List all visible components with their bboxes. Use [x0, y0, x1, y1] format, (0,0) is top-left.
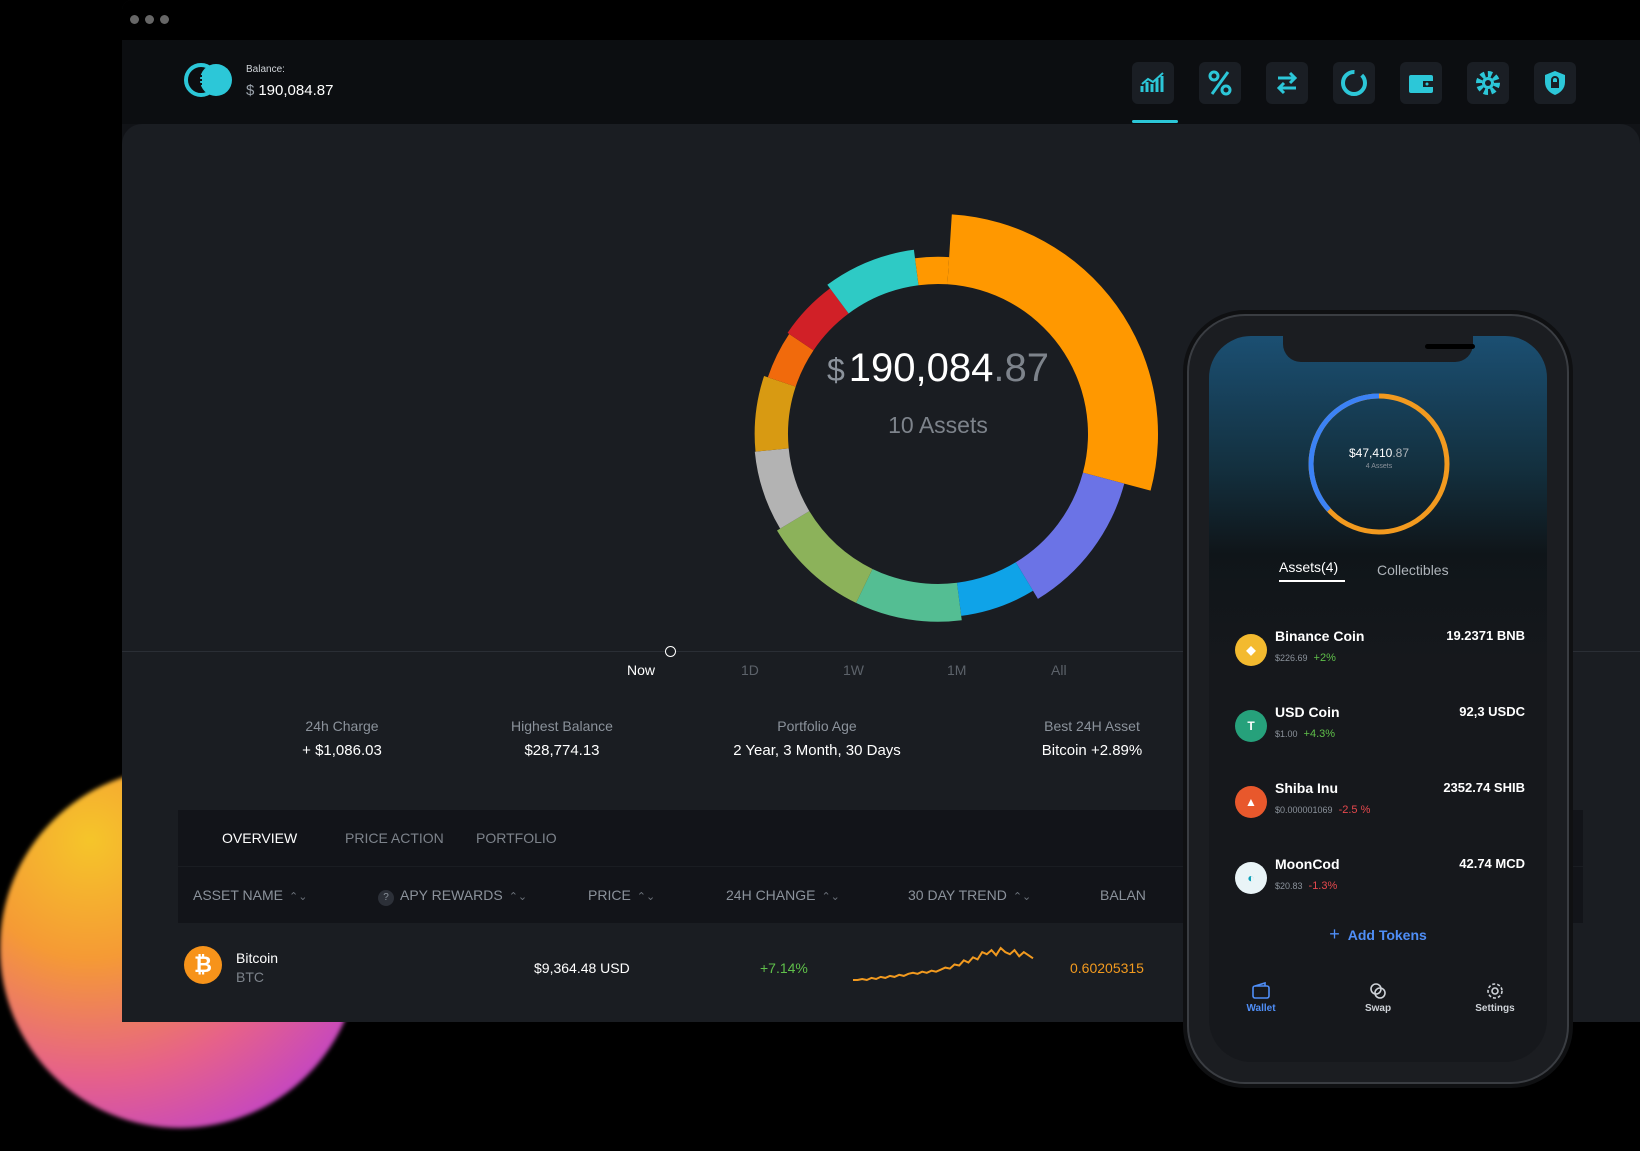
nav-sync-button[interactable] — [1333, 62, 1375, 104]
settings-icon — [1487, 983, 1503, 999]
tab-price-action[interactable]: PRICE ACTION — [345, 830, 444, 846]
timeline-1d[interactable]: 1D — [741, 662, 759, 678]
header-30-day-trend[interactable]: 30 DAY TREND ⌃⌄ — [908, 887, 1031, 903]
window-dot[interactable] — [145, 15, 154, 24]
stat-highest-balance: Highest Balance $28,774.13 — [511, 718, 613, 759]
portfolio-total: $190,084.87 — [827, 346, 1049, 390]
header-price[interactable]: PRICE ⌃⌄ — [588, 887, 655, 903]
mooncod-icon: ◐ — [1235, 862, 1267, 894]
nav-wallet-button[interactable] — [1400, 62, 1442, 104]
mobile-phone-mockup: $47,410.87 4 Assets Assets(4) Collectibl… — [1187, 314, 1569, 1084]
phone-nav-swap[interactable]: Swap — [1338, 981, 1418, 1014]
nav-security-button[interactable] — [1534, 62, 1576, 104]
gear-icon — [1476, 71, 1500, 95]
tab-overview[interactable]: OVERVIEW — [222, 830, 297, 846]
donut-segment[interactable] — [856, 568, 962, 622]
nav-rewards-button[interactable] — [1199, 62, 1241, 104]
wallet-icon — [1409, 75, 1433, 93]
phone-tab-collectibles[interactable]: Collectibles — [1377, 562, 1449, 578]
phone-notch — [1283, 336, 1475, 362]
nav-settings-button[interactable] — [1467, 62, 1509, 104]
usd-coin-icon: T — [1235, 710, 1267, 742]
bitcoin-icon: ₿ — [184, 946, 222, 984]
chart-icon — [1140, 72, 1164, 92]
phone-nav-settings[interactable]: Settings — [1455, 981, 1535, 1014]
shiba-inu-icon: ▲ — [1235, 786, 1267, 818]
help-icon[interactable]: ? — [378, 890, 394, 906]
title-bar — [122, 0, 1640, 40]
timeline-1m[interactable]: 1M — [947, 662, 966, 678]
header-24h-change[interactable]: 24H CHANGE ⌃⌄ — [726, 887, 840, 903]
asset-24h-change: +7.14% — [760, 960, 808, 976]
header-apy-rewards[interactable]: ? APY REWARDS ⌃⌄ — [378, 887, 527, 906]
tab-portfolio[interactable]: PORTFOLIO — [476, 830, 557, 846]
donut-segment[interactable] — [777, 511, 873, 603]
percent-icon — [1208, 70, 1232, 96]
trend-line — [853, 946, 1034, 982]
swap-arrows-icon — [1276, 71, 1298, 95]
phone-tab-indicator — [1279, 580, 1345, 582]
token-row-bnb[interactable]: ◆ Binance Coin 19.2371 BNB $226.69 +2% — [1235, 628, 1525, 688]
phone-total: $47,410.87 — [1348, 446, 1410, 460]
donut-segment[interactable] — [1015, 472, 1125, 599]
token-row-mooncod[interactable]: ◐ MoonCod 42.74 MCD $20.83 -1.3% — [1235, 856, 1525, 916]
balance-label: Balance: — [246, 64, 285, 75]
window-dot[interactable] — [160, 15, 169, 24]
phone-tab-assets[interactable]: Assets(4) — [1279, 559, 1338, 575]
nav-active-indicator — [1132, 120, 1178, 123]
swap-icon — [1370, 983, 1386, 999]
timeline-1w[interactable]: 1W — [843, 662, 864, 678]
nav-exchange-button[interactable] — [1266, 62, 1308, 104]
asset-price: $9,364.48 USD — [534, 960, 630, 976]
window-dot[interactable] — [130, 15, 139, 24]
stat-portfolio-age: Portfolio Age 2 Year, 3 Month, 30 Days — [733, 718, 901, 759]
binance-coin-icon: ◆ — [1235, 634, 1267, 666]
asset-name: Bitcoin — [236, 950, 279, 966]
balance-value: $190,084.87 — [246, 82, 334, 99]
stat-24h-change: 24h Charge + $1,086.03 — [302, 718, 382, 759]
timeline-marker[interactable] — [665, 646, 676, 657]
shield-lock-icon — [1545, 71, 1565, 95]
token-row-shib[interactable]: ▲ Shiba Inu 2352.74 SHIB $0.000001069 -2.… — [1235, 780, 1525, 840]
add-tokens-button[interactable]: + Add Tokens — [1209, 924, 1547, 945]
asset-symbol: BTC — [236, 969, 264, 985]
top-bar: Balance: $190,084.87 — [122, 40, 1640, 124]
trend-sparkline — [853, 946, 1034, 982]
stat-best-asset: Best 24H Asset Bitcoin +2.89% — [1041, 718, 1143, 759]
phone-screen: $47,410.87 4 Assets Assets(4) Collectibl… — [1209, 336, 1547, 1062]
asset-count: 10 Assets — [888, 412, 988, 438]
nav-portfolio-button[interactable] — [1132, 62, 1174, 104]
timeline-now[interactable]: Now — [627, 662, 655, 678]
asset-balance: 0.60205315 — [1070, 960, 1144, 976]
loading-ring-icon — [1341, 70, 1367, 96]
header-balance[interactable]: BALAN — [1100, 887, 1146, 903]
plus-icon: + — [1329, 924, 1340, 944]
token-row-usdc[interactable]: T USD Coin 92,3 USDC $1.00 +4.3% — [1235, 704, 1525, 764]
wallet-icon — [1252, 981, 1270, 999]
header-asset-name[interactable]: ASSET NAME ⌃⌄ — [193, 887, 307, 903]
phone-asset-count: 4 Assets — [1365, 463, 1393, 470]
exodus-logo-icon — [184, 63, 232, 97]
phone-nav-wallet[interactable]: Wallet — [1221, 981, 1301, 1014]
timeline-all[interactable]: All — [1051, 662, 1067, 678]
donut-segment[interactable] — [915, 256, 950, 286]
